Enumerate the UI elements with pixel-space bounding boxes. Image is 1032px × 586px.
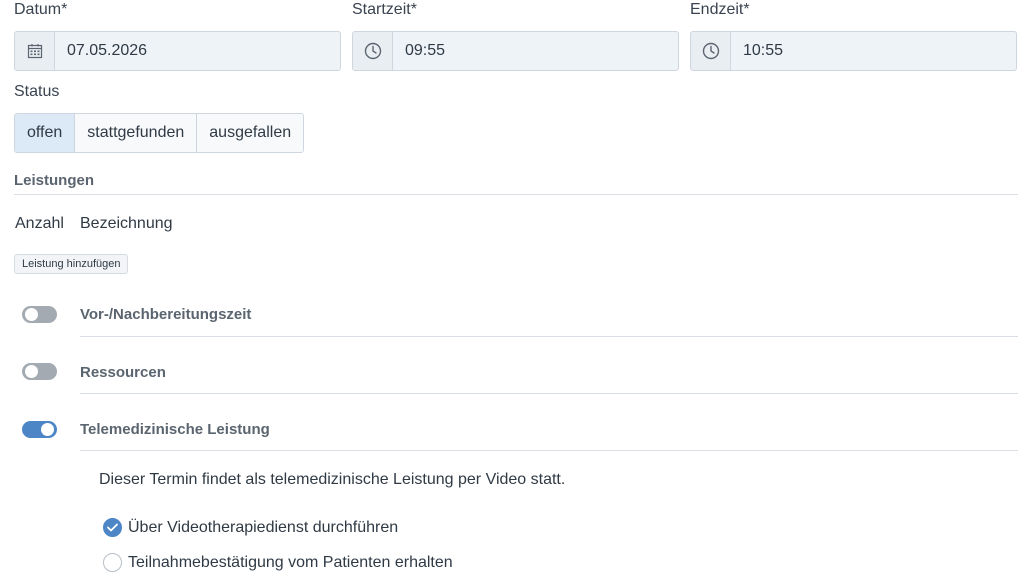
- status-option-ausgefallen[interactable]: ausgefallen: [197, 114, 304, 152]
- telemedizin-toggle[interactable]: [22, 421, 57, 438]
- ressourcen-toggle[interactable]: [22, 363, 57, 380]
- leistungen-divider: [14, 194, 1018, 195]
- leistungen-heading: Leistungen: [14, 172, 95, 189]
- datum-value[interactable]: 07.05.2026: [55, 32, 340, 70]
- row-divider: [80, 336, 1018, 337]
- videotherapie-option[interactable]: Über Videotherapiedienst durchführen: [103, 518, 398, 537]
- startzeit-value[interactable]: 09:55: [393, 32, 678, 70]
- clock-icon[interactable]: [353, 32, 393, 70]
- startzeit-field[interactable]: 09:55: [352, 31, 679, 71]
- endzeit-label: Endzeit*: [690, 1, 750, 18]
- column-header-bezeichnung: Bezeichnung: [80, 215, 173, 232]
- status-option-stattgefunden[interactable]: stattgefunden: [75, 114, 198, 152]
- teilnahmebestaetigung-option[interactable]: Teilnahmebestätigung vom Patienten erhal…: [103, 553, 453, 572]
- datum-label: Datum*: [14, 1, 68, 18]
- telemedizin-description: Dieser Termin findet als telemedizinisch…: [99, 471, 566, 488]
- vorbereitungszeit-toggle[interactable]: [22, 306, 57, 323]
- status-option-offen[interactable]: offen: [15, 114, 76, 152]
- endzeit-field[interactable]: 10:55: [690, 31, 1017, 71]
- toggle-knob: [25, 365, 38, 378]
- ressourcen-label: Ressourcen: [80, 364, 166, 381]
- videotherapie-label: Über Videotherapiedienst durchführen: [128, 518, 399, 536]
- teilnahmebestaetigung-label: Teilnahmebestätigung vom Patienten erhal…: [128, 553, 453, 571]
- add-leistung-button[interactable]: Leistung hinzufügen: [14, 254, 129, 274]
- vorbereitungszeit-label: Vor-/Nachbereitungszeit: [80, 306, 252, 323]
- appointment-form: Datum* 07.05.2026 Startzeit* 09:55 Endze…: [0, 0, 1032, 586]
- radio-empty-icon[interactable]: [103, 553, 122, 572]
- row-divider: [80, 450, 1018, 451]
- toggle-knob: [41, 423, 54, 436]
- telemedizin-label: Telemedizinische Leistung: [80, 421, 270, 438]
- startzeit-label: Startzeit*: [352, 1, 417, 18]
- status-label: Status: [14, 83, 60, 100]
- row-divider: [80, 393, 1018, 394]
- checkmark-icon[interactable]: [103, 518, 122, 537]
- calendar-icon[interactable]: [15, 32, 55, 70]
- endzeit-value[interactable]: 10:55: [731, 32, 1016, 70]
- status-segmented-control: offen stattgefunden ausgefallen: [14, 113, 305, 153]
- datum-field[interactable]: 07.05.2026: [14, 31, 341, 71]
- column-header-anzahl: Anzahl: [15, 215, 64, 232]
- clock-icon[interactable]: [691, 32, 731, 70]
- toggle-knob: [25, 308, 38, 321]
